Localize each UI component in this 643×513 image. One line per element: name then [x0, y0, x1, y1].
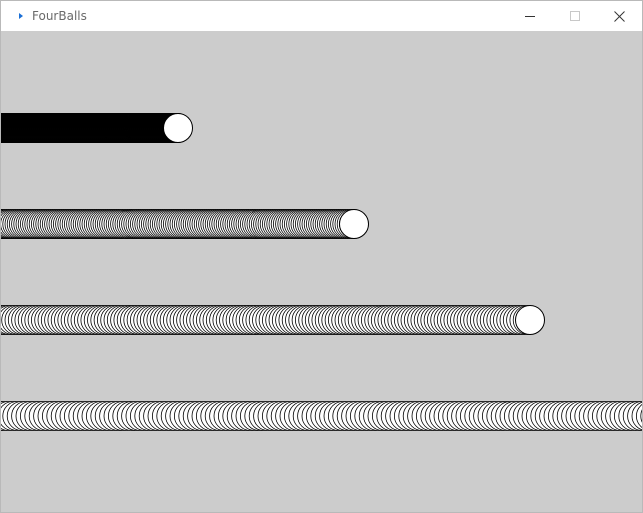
- maximize-button: [552, 1, 597, 31]
- maximize-icon: [569, 11, 580, 21]
- title-bar[interactable]: FourBalls: [1, 1, 642, 31]
- ball-1: [163, 113, 193, 143]
- window-title: FourBalls: [32, 9, 87, 23]
- window-controls: [507, 1, 642, 31]
- app-window: FourBalls: [0, 0, 643, 513]
- ball-3: [515, 305, 545, 335]
- close-icon: [614, 10, 625, 22]
- close-button[interactable]: [597, 1, 642, 31]
- sketch-drawing: [1, 113, 642, 431]
- minimize-icon: [524, 16, 535, 17]
- processing-sketch-icon: [14, 9, 28, 23]
- minimize-button[interactable]: [507, 1, 552, 31]
- ball-2: [339, 209, 369, 239]
- ball-3-trail: [1, 305, 543, 335]
- ball-2-trail: [1, 209, 369, 239]
- ball-4-trail: [1, 401, 642, 431]
- sketch-canvas[interactable]: [1, 32, 642, 512]
